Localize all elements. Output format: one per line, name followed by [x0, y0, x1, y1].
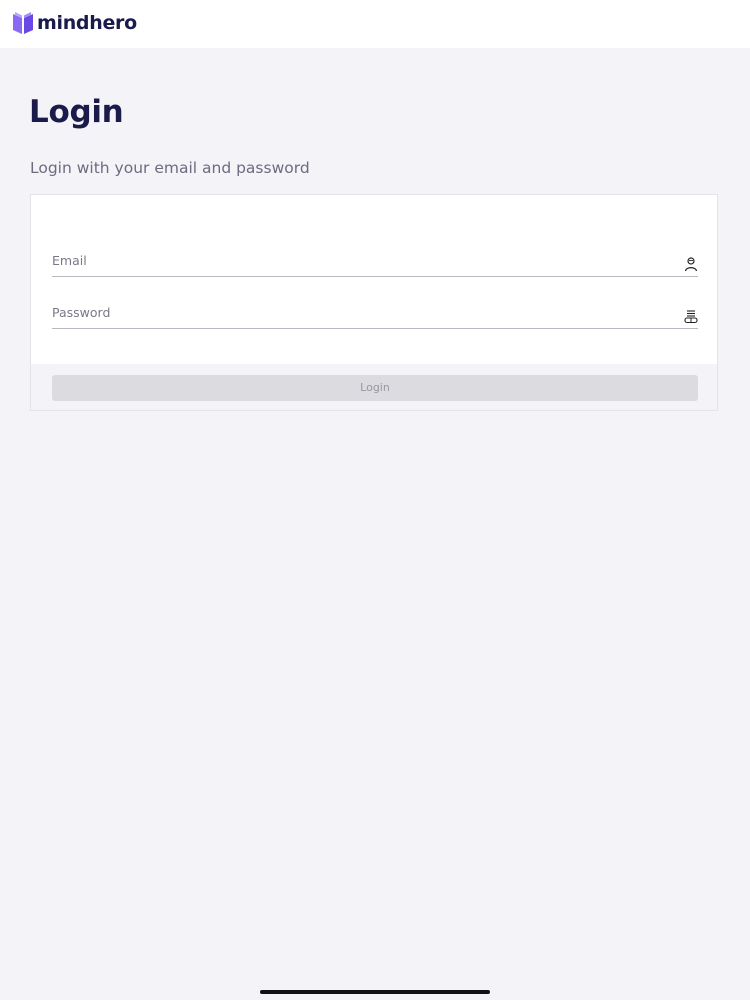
page-title: Login [29, 94, 124, 130]
email-input[interactable] [52, 250, 662, 270]
book-icon [12, 11, 34, 35]
keyboard-icon [684, 308, 698, 324]
brand-name: mindhero [37, 12, 137, 34]
brand[interactable]: mindhero [12, 10, 137, 36]
login-button[interactable]: Login [52, 375, 698, 401]
email-field [52, 246, 698, 277]
card-footer: Login [31, 364, 717, 410]
top-bar: mindhero [0, 0, 750, 48]
page-subtitle: Login with your email and password [30, 159, 310, 177]
home-indicator[interactable] [260, 990, 490, 994]
user-icon [684, 256, 698, 272]
login-card: Login [30, 194, 718, 411]
password-input[interactable] [52, 302, 662, 322]
password-field [52, 298, 698, 329]
